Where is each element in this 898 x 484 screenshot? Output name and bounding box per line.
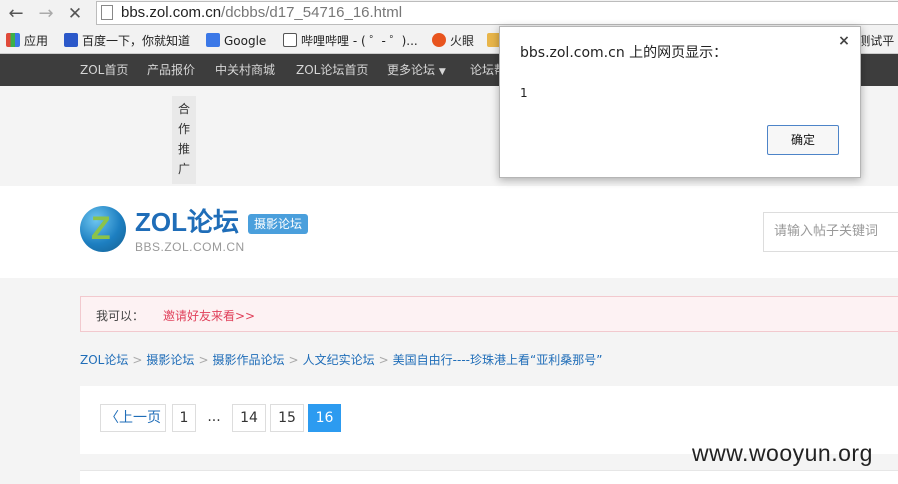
zol-logo-letter: Z xyxy=(91,210,111,246)
prev-page-label: 上一页 xyxy=(119,410,161,426)
invite-friends-link[interactable]: 邀请好友来看>> xyxy=(163,307,255,324)
bookmark-label: Google xyxy=(224,34,267,48)
nav-forum-home[interactable]: ZOL论坛首页 xyxy=(296,54,368,86)
page-icon xyxy=(101,5,113,20)
url-text: bbs.zol.com.cn/dcbbs/d17_54716_16.html xyxy=(121,4,402,21)
ad-char: 广 xyxy=(177,162,190,176)
nav-zol-mall[interactable]: 中关村商城 xyxy=(215,54,275,86)
ad-strip[interactable]: 合 作 推 广 xyxy=(172,96,196,184)
breadcrumb-current-thread[interactable]: 美国自由行----珍珠港上看“亚利桑那号” xyxy=(393,353,603,367)
breadcrumb-separator-icon: > xyxy=(132,353,143,367)
search-input[interactable]: 请输入帖子关键词 xyxy=(763,212,898,252)
nav-zol-home[interactable]: ZOL首页 xyxy=(80,54,128,86)
url-host: bbs.zol.com.cn xyxy=(121,4,222,21)
ok-button[interactable]: 确定 xyxy=(767,125,839,155)
watermark: www.wooyun.org xyxy=(692,440,873,466)
bookmark-label: 哔哩哔哩 - ( ゜- ゜)... xyxy=(301,34,418,48)
breadcrumb-photo-forum[interactable]: 摄影论坛 xyxy=(146,353,194,367)
bookmark-huoyan[interactable]: 火眼 xyxy=(432,32,474,50)
section-badge[interactable]: 摄影论坛 xyxy=(248,214,309,234)
caret-down-icon: ▼ xyxy=(438,67,446,77)
notice-label: 我可以： xyxy=(96,309,145,323)
page-button-1[interactable]: 1 xyxy=(172,404,196,432)
breadcrumb-separator-icon: > xyxy=(378,353,389,367)
dialog-message: 1 xyxy=(520,86,528,100)
nav-more-forums-label: 更多论坛 xyxy=(387,63,436,77)
bookmark-label: 火眼 xyxy=(450,34,475,48)
breadcrumb-separator-icon: > xyxy=(288,353,299,367)
post-panel xyxy=(80,470,898,484)
dialog-title: bbs.zol.com.cn 上的网页显示： xyxy=(520,45,728,61)
logo-title[interactable]: ZOL论坛 xyxy=(135,207,239,237)
breadcrumb-separator-icon: > xyxy=(198,353,209,367)
notice-bar: 我可以： 邀请好友来看>> xyxy=(80,296,898,332)
bookmark-google[interactable]: Google xyxy=(206,32,266,50)
url-path: /dcbbs/d17_54716_16.html xyxy=(221,4,403,21)
close-icon[interactable]: × xyxy=(836,33,852,49)
breadcrumb-zol-forum[interactable]: ZOL论坛 xyxy=(80,353,128,367)
bookmark-apps[interactable]: 应用 xyxy=(6,32,48,50)
huoyan-icon xyxy=(432,33,446,47)
bookmark-bilibili[interactable]: 哔哩哔哩 - ( ゜- ゜)... xyxy=(283,32,418,50)
ad-char: 推 xyxy=(177,142,190,156)
stop-loading-icon[interactable]: ✕ xyxy=(63,2,87,26)
page-button-15[interactable]: 15 xyxy=(270,404,304,432)
browser-toolbar: ← → ✕ bbs.zol.com.cn/dcbbs/d17_54716_16.… xyxy=(0,0,898,28)
nav-more-forums[interactable]: 更多论坛 ▼ xyxy=(387,54,446,86)
google-icon xyxy=(206,33,220,47)
page-ellipsis: ... xyxy=(207,409,221,425)
ad-char: 作 xyxy=(177,122,190,136)
chevron-left-icon: 〈 xyxy=(105,410,119,426)
bookmark-baidu[interactable]: 百度一下，你就知道 xyxy=(64,32,190,50)
forward-arrow-icon[interactable]: → xyxy=(34,2,58,26)
page-button-16-active[interactable]: 16 xyxy=(308,404,341,432)
apps-grid-icon xyxy=(6,33,20,47)
bookmark-label: 百度一下，你就知道 xyxy=(82,34,191,48)
bookmark-label: 应用 xyxy=(24,34,49,48)
address-bar[interactable]: bbs.zol.com.cn/dcbbs/d17_54716_16.html xyxy=(96,1,898,25)
breadcrumb: ZOL论坛 > 摄影论坛 > 摄影作品论坛 > 人文纪实论坛 > 美国自由行----珍珠港上看“… xyxy=(80,351,602,369)
page-button-14[interactable]: 14 xyxy=(232,404,266,432)
logo-domain: BBS.ZOL.COM.CN xyxy=(135,240,245,254)
prev-page-button[interactable]: 〈上一页 xyxy=(100,404,166,432)
ad-char: 合 xyxy=(177,102,190,116)
nav-product-prices[interactable]: 产品报价 xyxy=(147,54,195,86)
alert-dialog: bbs.zol.com.cn 上的网页显示： × 1 确定 xyxy=(499,26,861,178)
baidu-paw-icon xyxy=(64,33,78,47)
back-arrow-icon[interactable]: ← xyxy=(4,2,28,26)
breadcrumb-documentary[interactable]: 人文纪实论坛 xyxy=(303,353,375,367)
bilibili-tv-icon xyxy=(283,33,297,47)
breadcrumb-photo-works[interactable]: 摄影作品论坛 xyxy=(213,353,285,367)
